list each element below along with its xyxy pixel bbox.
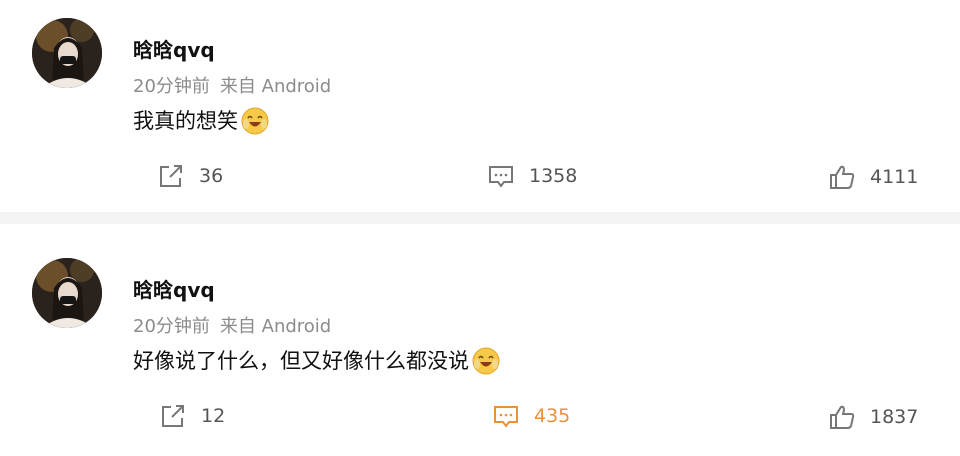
comment-icon — [494, 406, 518, 428]
post-meta: 20分钟前 来自 Android — [133, 316, 341, 338]
like-count: 4111 — [870, 166, 919, 188]
avatar-image — [32, 258, 102, 328]
repost-button[interactable]: 12 — [159, 402, 225, 430]
share-icon — [162, 405, 184, 427]
like-button[interactable]: 1837 — [828, 403, 918, 431]
avatar-image — [32, 18, 102, 88]
post-card: 晗晗qvq 20分钟前 来自 Android 我真的想笑 36 1358 4111 — [0, 0, 960, 212]
post-time: 20分钟前 — [133, 76, 210, 97]
post-card: 晗晗qvq 20分钟前 来自 Android 好像说了什么，但又好像什么都没说 1… — [0, 224, 960, 456]
repost-count: 36 — [199, 165, 224, 187]
post-source: 来自 Android — [219, 76, 332, 97]
comment-button[interactable]: 1358 — [487, 162, 577, 190]
post-meta: 20分钟前 来自 Android — [133, 76, 341, 98]
post-content: 我真的想笑 — [133, 106, 270, 136]
like-count: 1837 — [870, 406, 919, 428]
avatar[interactable] — [32, 18, 102, 88]
comment-button[interactable]: 435 — [492, 402, 570, 430]
repost-count: 12 — [201, 405, 226, 427]
share-icon — [160, 165, 182, 187]
post-source: 来自 Android — [219, 316, 332, 337]
like-icon — [830, 405, 855, 429]
like-icon — [830, 165, 855, 189]
username[interactable]: 晗晗qvq — [133, 278, 215, 302]
laughing-face-icon — [471, 346, 501, 376]
avatar[interactable] — [32, 258, 102, 328]
like-button[interactable]: 4111 — [828, 163, 918, 191]
comment-icon — [489, 166, 513, 188]
repost-button[interactable]: 36 — [157, 162, 223, 190]
laughing-face-icon — [240, 106, 270, 136]
username[interactable]: 晗晗qvq — [133, 38, 215, 62]
post-time: 20分钟前 — [133, 316, 210, 337]
comment-count: 1358 — [529, 165, 578, 187]
comment-count: 435 — [534, 405, 571, 427]
post-divider — [0, 212, 960, 224]
post-text: 好像说了什么，但又好像什么都没说 — [133, 349, 469, 373]
post-text: 我真的想笑 — [133, 109, 238, 133]
post-content: 好像说了什么，但又好像什么都没说 — [133, 346, 501, 376]
